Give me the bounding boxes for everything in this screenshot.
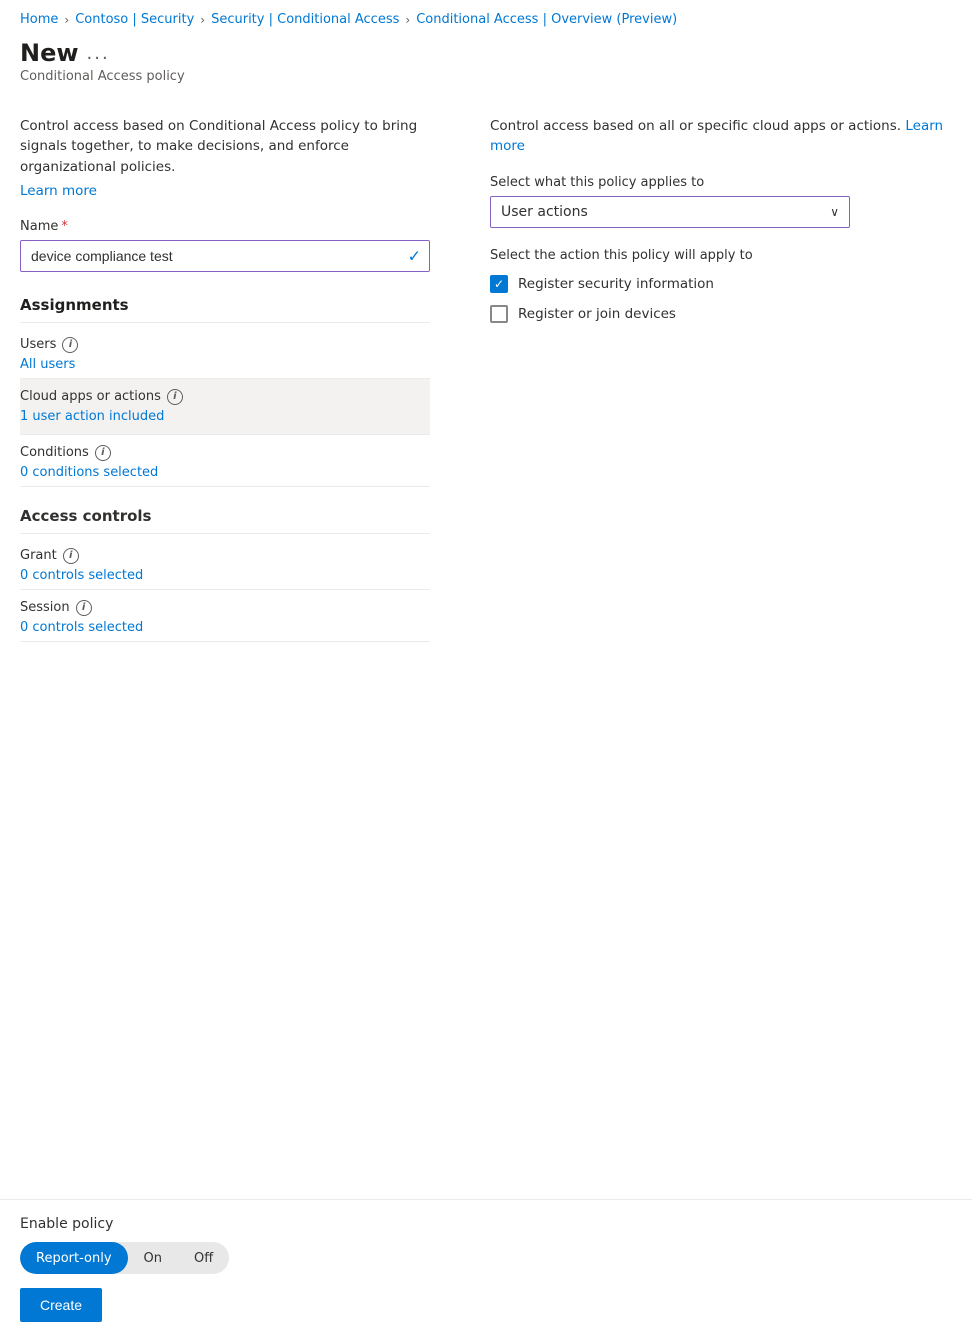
conditions-label: Conditions: [20, 445, 89, 460]
page-title-ellipsis[interactable]: ...: [87, 43, 110, 64]
assignments-header: Assignments: [20, 296, 430, 323]
cloud-apps-label: Cloud apps or actions: [20, 389, 161, 404]
name-input-wrapper: ✓: [20, 240, 430, 272]
name-input[interactable]: [21, 241, 429, 271]
breadcrumb-home[interactable]: Home: [20, 12, 58, 27]
create-button[interactable]: Create: [20, 1288, 102, 1322]
page-header: New ... Conditional Access policy: [0, 35, 972, 100]
page-title-text: New: [20, 39, 79, 67]
dropdown-display: User actions: [491, 197, 849, 227]
applies-label: Select what this policy applies to: [490, 175, 952, 190]
grant-row: Grant i 0 controls selected: [20, 538, 430, 590]
grant-label: Grant: [20, 548, 57, 563]
name-label: Name *: [20, 219, 430, 234]
required-star: *: [61, 219, 68, 234]
session-label: Session: [20, 600, 70, 615]
toggle-on[interactable]: On: [128, 1242, 178, 1274]
checkbox-register-devices-label: Register or join devices: [518, 306, 676, 322]
page-subtitle: Conditional Access policy: [20, 69, 952, 84]
conditions-row: Conditions i 0 conditions selected: [20, 435, 430, 487]
cloud-apps-row: Cloud apps or actions i 1 user action in…: [20, 379, 430, 435]
action-label: Select the action this policy will apply…: [490, 248, 952, 263]
breadcrumb-security-ca[interactable]: Security | Conditional Access: [211, 12, 399, 27]
checkbox-register-security-label: Register security information: [518, 276, 714, 292]
toggle-pill: Report-only On Off: [20, 1242, 229, 1274]
breadcrumb-ca-overview[interactable]: Conditional Access | Overview (Preview): [416, 12, 677, 27]
grant-value[interactable]: 0 controls selected: [20, 568, 430, 583]
users-info-icon[interactable]: i: [62, 337, 78, 353]
checkbox-register-security-row: ✓ Register security information: [490, 275, 952, 293]
right-description: Control access based on all or specific …: [490, 116, 952, 157]
name-section: Name * ✓: [20, 219, 430, 272]
checkmark-icon: ✓: [494, 278, 504, 290]
users-value[interactable]: All users: [20, 357, 430, 372]
session-row: Session i 0 controls selected: [20, 590, 430, 642]
chevron-down-icon: ∨: [830, 205, 839, 219]
main-content: Control access based on Conditional Acce…: [0, 100, 972, 642]
conditions-value[interactable]: 0 conditions selected: [20, 465, 430, 480]
check-icon: ✓: [408, 246, 421, 265]
toggle-report-only[interactable]: Report-only: [20, 1242, 128, 1274]
applies-to-dropdown[interactable]: User actions ∨: [490, 196, 850, 228]
breadcrumb-contoso[interactable]: Contoso | Security: [75, 12, 194, 27]
breadcrumb-sep-2: ›: [200, 13, 205, 27]
conditions-info-icon[interactable]: i: [95, 445, 111, 461]
right-panel: Control access based on all or specific …: [470, 116, 952, 642]
breadcrumb: Home › Contoso | Security › Security | C…: [0, 0, 972, 35]
left-description: Control access based on Conditional Acce…: [20, 116, 430, 177]
users-label: Users: [20, 337, 56, 352]
session-value[interactable]: 0 controls selected: [20, 620, 430, 635]
left-panel: Control access based on Conditional Acce…: [20, 116, 470, 642]
enable-policy-label: Enable policy: [20, 1216, 952, 1232]
access-controls-header: Access controls: [20, 507, 430, 534]
checkbox-register-devices-row: Register or join devices: [490, 305, 952, 323]
cloud-apps-value[interactable]: 1 user action included: [20, 409, 422, 424]
users-row: Users i All users: [20, 327, 430, 379]
grant-info-icon[interactable]: i: [63, 548, 79, 564]
checkbox-register-devices[interactable]: [490, 305, 508, 323]
session-info-icon[interactable]: i: [76, 600, 92, 616]
cloud-apps-info-icon[interactable]: i: [167, 389, 183, 405]
toggle-off[interactable]: Off: [178, 1242, 229, 1274]
toggle-group: Report-only On Off: [20, 1242, 952, 1274]
breadcrumb-sep-3: ›: [405, 13, 410, 27]
dropdown-value: User actions: [501, 204, 588, 220]
checkbox-register-security[interactable]: ✓: [490, 275, 508, 293]
left-learn-more-link[interactable]: Learn more: [20, 183, 97, 199]
footer-bar: Enable policy Report-only On Off Create: [0, 1199, 972, 1338]
breadcrumb-sep-1: ›: [64, 13, 69, 27]
